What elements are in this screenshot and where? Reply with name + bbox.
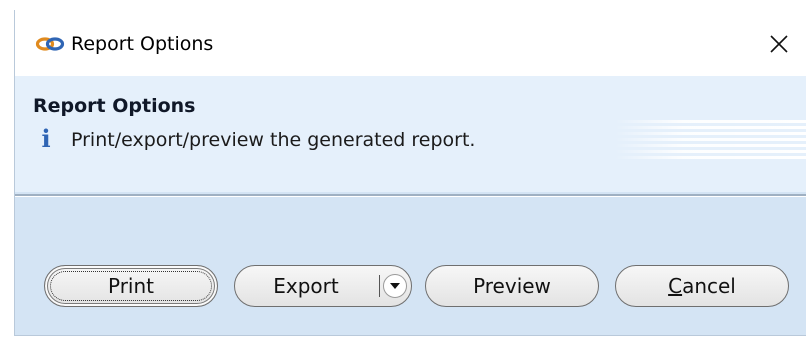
header-title: Report Options [33, 95, 196, 117]
preview-button[interactable]: Preview [425, 265, 599, 307]
export-split-button[interactable]: Export [234, 265, 412, 307]
cancel-label-rest: ancel [682, 274, 736, 298]
print-button[interactable]: Print [44, 265, 218, 307]
close-icon [770, 35, 788, 53]
header-description: Print/export/preview the generated repor… [71, 129, 476, 151]
cancel-button[interactable]: Cancel [615, 265, 789, 307]
screen: Report Options Report Options i Print/ex… [0, 0, 806, 347]
window-title: Report Options [71, 33, 214, 55]
print-button-label: Print [107, 274, 154, 298]
header-banner-graphic [615, 120, 806, 159]
preview-button-label: Preview [473, 274, 551, 298]
title-bar[interactable]: Report Options [15, 10, 806, 76]
chevron-down-icon [390, 283, 400, 289]
cancel-mnemonic: C [668, 274, 683, 298]
info-icon: i [41, 124, 51, 153]
split-divider [379, 275, 380, 297]
export-button-label[interactable]: Export [235, 266, 377, 306]
report-options-dialog: Report Options Report Options i Print/ex… [14, 10, 806, 336]
close-button[interactable] [759, 24, 799, 64]
header-panel: Report Options i Print/export/preview th… [15, 76, 806, 192]
link-chain-icon [35, 37, 65, 51]
cancel-button-label: Cancel [668, 274, 736, 298]
export-dropdown-button[interactable] [383, 274, 407, 298]
header-separator [15, 194, 806, 197]
